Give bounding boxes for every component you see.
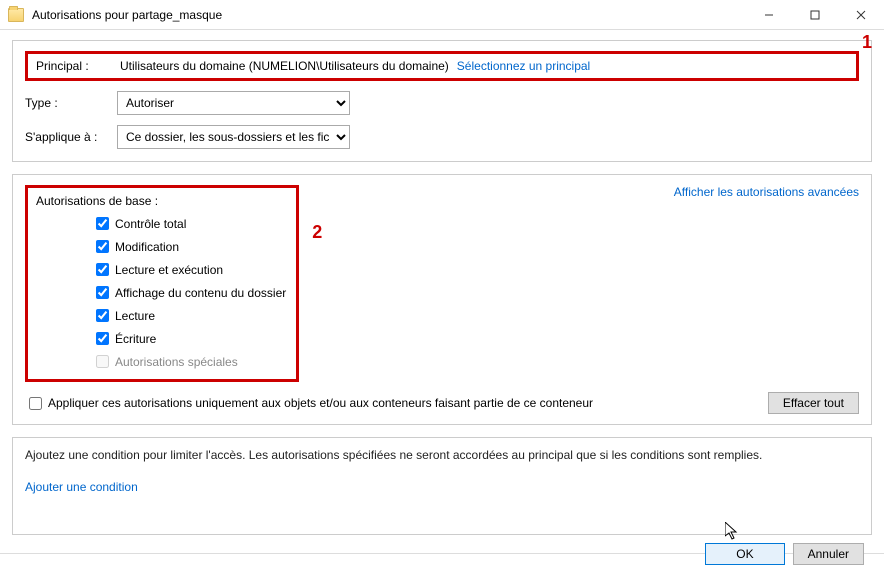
permission-checkbox[interactable] [96, 263, 109, 276]
permission-item[interactable]: Lecture [36, 306, 286, 325]
apply-only-label: Appliquer ces autorisations uniquement a… [48, 396, 593, 410]
type-label: Type : [25, 96, 117, 110]
permission-item[interactable]: Modification [36, 237, 286, 256]
permission-label: Écriture [115, 332, 156, 346]
conditions-intro: Ajoutez une condition pour limiter l'acc… [25, 448, 859, 462]
principal-label: Principal : [36, 59, 120, 73]
permission-label: Lecture et exécution [115, 263, 223, 277]
permission-label: Modification [115, 240, 179, 254]
applies-select[interactable]: Ce dossier, les sous-dossiers et les fic… [117, 125, 350, 149]
apply-only-checkbox[interactable]: Appliquer ces autorisations uniquement a… [25, 394, 593, 413]
principal-highlight: 1 Principal : Utilisateurs du domaine (N… [25, 51, 859, 81]
permission-checkbox [96, 355, 109, 368]
permission-item[interactable]: Affichage du contenu du dossier [36, 283, 286, 302]
close-button[interactable] [838, 0, 884, 29]
permission-label: Affichage du contenu du dossier [115, 286, 286, 300]
permission-label: Contrôle total [115, 217, 186, 231]
permission-checkbox[interactable] [96, 240, 109, 253]
conditions-panel: Ajoutez une condition pour limiter l'acc… [12, 437, 872, 535]
permission-item: Autorisations spéciales [36, 352, 286, 371]
principal-panel: 1 Principal : Utilisateurs du domaine (N… [12, 40, 872, 162]
footer-buttons: OK Annuler [705, 543, 864, 565]
permission-checkbox[interactable] [96, 332, 109, 345]
annotation-1: 1 [862, 32, 872, 53]
window-title: Autorisations pour partage_masque [32, 8, 746, 22]
permission-checkbox[interactable] [96, 286, 109, 299]
minimize-button[interactable] [746, 0, 792, 29]
add-condition-link[interactable]: Ajouter une condition [25, 480, 138, 494]
permissions-panel: 2 Autorisations de base : Contrôle total… [12, 174, 872, 425]
annotation-2: 2 [312, 222, 322, 243]
applies-label: S'applique à : [25, 130, 117, 144]
type-select[interactable]: Autoriser [117, 91, 350, 115]
principal-value: Utilisateurs du domaine (NUMELION\Utilis… [120, 59, 449, 73]
permission-label: Autorisations spéciales [115, 355, 238, 369]
maximize-button[interactable] [792, 0, 838, 29]
folder-icon [8, 8, 24, 22]
permissions-highlight: 2 Autorisations de base : Contrôle total… [25, 185, 299, 382]
advanced-permissions-link[interactable]: Afficher les autorisations avancées [674, 185, 859, 382]
ok-button[interactable]: OK [705, 543, 784, 565]
titlebar: Autorisations pour partage_masque [0, 0, 884, 30]
clear-all-button[interactable]: Effacer tout [768, 392, 859, 414]
permission-item[interactable]: Écriture [36, 329, 286, 348]
permission-checkbox[interactable] [96, 217, 109, 230]
permission-checkbox[interactable] [96, 309, 109, 322]
select-principal-link[interactable]: Sélectionnez un principal [457, 59, 590, 73]
permission-label: Lecture [115, 309, 155, 323]
permission-item[interactable]: Contrôle total [36, 214, 286, 233]
basic-permissions-label: Autorisations de base : [36, 194, 286, 208]
cancel-button[interactable]: Annuler [793, 543, 864, 565]
permission-item[interactable]: Lecture et exécution [36, 260, 286, 279]
